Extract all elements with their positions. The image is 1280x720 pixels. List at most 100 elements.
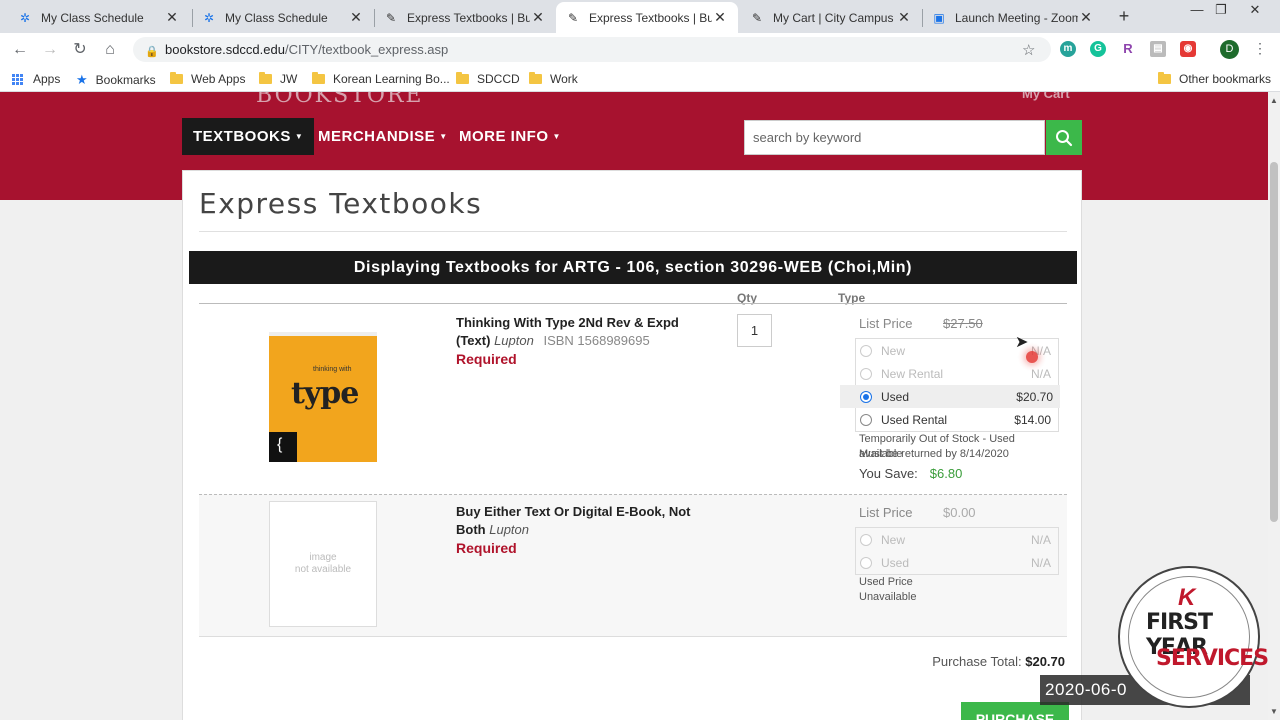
bookmark-sdccd[interactable]: SDCCD: [456, 72, 520, 86]
new-tab-button[interactable]: +: [1114, 6, 1134, 26]
tab-zoom[interactable]: ▣ Launch Meeting - Zoom ✕: [922, 2, 1104, 33]
back-icon[interactable]: ←: [9, 39, 31, 61]
extension-r-icon[interactable]: R: [1120, 41, 1136, 57]
scrollbar-thumb[interactable]: [1270, 162, 1278, 522]
gear-favicon-icon: ✲: [203, 10, 215, 25]
search-button[interactable]: [1046, 120, 1082, 155]
nav-merchandise[interactable]: MERCHANDISE ▼: [307, 118, 459, 155]
bookmark-work[interactable]: Work: [529, 72, 578, 86]
menu-kebab-icon[interactable]: ⋮: [1253, 40, 1267, 57]
nav-label: MORE INFO: [459, 128, 549, 145]
book-author: Lupton: [494, 333, 534, 348]
nav-textbooks[interactable]: TEXTBOOKS ▼: [182, 118, 315, 155]
list-price-value: $0.00: [943, 505, 976, 520]
extension-record-icon[interactable]: ◉: [1180, 41, 1196, 57]
page-viewport: BOOKSTORE My Cart TEXTBOOKS ▼ MERCHANDISE…: [0, 92, 1268, 720]
cart-link[interactable]: My Cart: [1022, 92, 1070, 101]
option-used[interactable]: Used $20.70: [840, 385, 1060, 408]
close-icon[interactable]: ✕: [896, 9, 912, 26]
store-logo[interactable]: BOOKSTORE: [256, 92, 424, 108]
restore-icon[interactable]: ❐: [1206, 2, 1236, 18]
bookmark-label: Bookmarks: [95, 73, 156, 87]
book-cover-image[interactable]: thinking with type: [269, 332, 377, 462]
book-author: Lupton: [489, 522, 529, 537]
nav-more-info[interactable]: MORE INFO ▼: [448, 118, 572, 155]
book-favicon-icon: ✎: [567, 10, 579, 25]
option-price: $14.00: [1014, 412, 1051, 427]
option-label: New: [881, 532, 906, 547]
bookmark-bookmarks[interactable]: ★ Bookmarks: [76, 72, 156, 88]
close-icon[interactable]: ✕: [348, 9, 364, 26]
list-price: List Price $0.00: [859, 505, 976, 520]
divider: [199, 636, 1067, 637]
option-new-rental: New Rental N/A: [856, 362, 1058, 385]
option-label: New: [881, 343, 906, 358]
bookmark-star-icon[interactable]: ☆: [1022, 41, 1035, 59]
bookmark-apps[interactable]: Apps: [12, 72, 60, 86]
book-row: image not available Buy Either Text Or Di…: [199, 494, 1067, 636]
express-textbooks-panel: Express Textbooks Displaying Textbooks f…: [182, 170, 1082, 720]
grammarly-icon[interactable]: G: [1090, 41, 1106, 57]
purchase-total-label: Purchase Total:: [932, 654, 1022, 669]
course-banner: Displaying Textbooks for ARTG - 106, sec…: [189, 251, 1077, 284]
option-used-rental[interactable]: Used Rental $14.00: [856, 408, 1058, 431]
tab-title: My Class Schedule: [41, 10, 144, 25]
tab-my-class-schedule-1[interactable]: ✲ My Class Schedule ✕: [8, 2, 190, 33]
scroll-up-icon[interactable]: ▲: [1270, 96, 1278, 105]
bookmark-label: Work: [550, 72, 578, 86]
zoom-favicon-icon: ▣: [933, 10, 945, 25]
click-indicator: [1026, 351, 1038, 363]
window-close-icon[interactable]: ✕: [1240, 2, 1270, 18]
tab-title: My Cart | City Campus E: [773, 10, 896, 25]
placeholder-text: not available: [294, 564, 352, 575]
scroll-down-icon[interactable]: ▼: [1270, 707, 1278, 716]
book-isbn: ISBN 1568989695: [543, 333, 650, 348]
bookmark-jw[interactable]: JW: [259, 72, 297, 86]
home-icon[interactable]: ⌂: [99, 39, 121, 61]
cover-text: type: [291, 376, 359, 411]
bookmark-web-apps[interactable]: Web Apps: [170, 72, 245, 86]
close-icon[interactable]: ✕: [164, 9, 180, 26]
tab-express-textbooks-active[interactable]: ✎ Express Textbooks | Buy ✕: [556, 2, 738, 33]
search-input[interactable]: search by keyword: [744, 120, 1045, 155]
close-icon[interactable]: ✕: [1078, 9, 1094, 26]
apps-grid-icon: [12, 73, 23, 85]
bookmark-label: JW: [280, 72, 298, 86]
book-title[interactable]: Thinking With Type 2Nd Rev & Expd (Text)…: [456, 314, 691, 350]
option-label: Used: [881, 555, 910, 570]
tab-my-cart[interactable]: ✎ My Cart | City Campus E ✕: [740, 2, 922, 33]
folder-icon: [170, 72, 183, 84]
quantity-input[interactable]: 1: [737, 314, 772, 347]
address-bar[interactable]: 🔒 bookstore.sdccd.edu/CITY/textbook_expr…: [133, 37, 1051, 62]
tab-strip: ✲ My Class Schedule ✕ ✲ My Class Schedul…: [0, 0, 1280, 33]
image-placeholder: image not available: [269, 501, 377, 627]
extension-puzzle-icon[interactable]: ▤: [1150, 41, 1166, 57]
cover-text: thinking with: [313, 366, 352, 373]
bookmark-korean-learning[interactable]: Korean Learning Bo...: [312, 72, 450, 86]
list-price-label: List Price: [859, 505, 913, 520]
page-scrollbar[interactable]: ▲ ▼: [1268, 92, 1280, 720]
radio-button[interactable]: [860, 390, 872, 403]
tab-title: Express Textbooks | Buy: [589, 10, 712, 25]
book-title[interactable]: Buy Either Text Or Digital E-Book, Not B…: [456, 503, 691, 539]
tab-express-textbooks-1[interactable]: ✎ Express Textbooks | Buy ✕: [374, 2, 556, 33]
forward-icon[interactable]: →: [39, 39, 61, 61]
return-note: Must be returned by 8/14/2020: [859, 448, 1009, 460]
option-price: N/A: [1030, 532, 1051, 547]
bookmark-other[interactable]: Other bookmarks: [1158, 72, 1271, 86]
close-icon[interactable]: ✕: [530, 9, 546, 26]
nav-label: TEXTBOOKS: [193, 128, 291, 145]
tab-my-class-schedule-2[interactable]: ✲ My Class Schedule ✕: [192, 2, 374, 33]
close-icon[interactable]: ✕: [712, 9, 728, 26]
avatar[interactable]: D: [1220, 40, 1239, 59]
folder-icon: [259, 72, 272, 84]
folder-icon: [529, 72, 542, 84]
tab-title: Express Textbooks | Buy: [407, 10, 530, 25]
extension-m-icon[interactable]: m: [1060, 41, 1076, 57]
radio-button[interactable]: [860, 413, 872, 426]
radio-button: [860, 344, 872, 357]
lock-icon: 🔒: [145, 45, 159, 58]
reload-icon[interactable]: ↻: [69, 39, 91, 61]
list-price-label: List Price: [859, 316, 913, 331]
book-favicon-icon: ✎: [385, 10, 397, 25]
